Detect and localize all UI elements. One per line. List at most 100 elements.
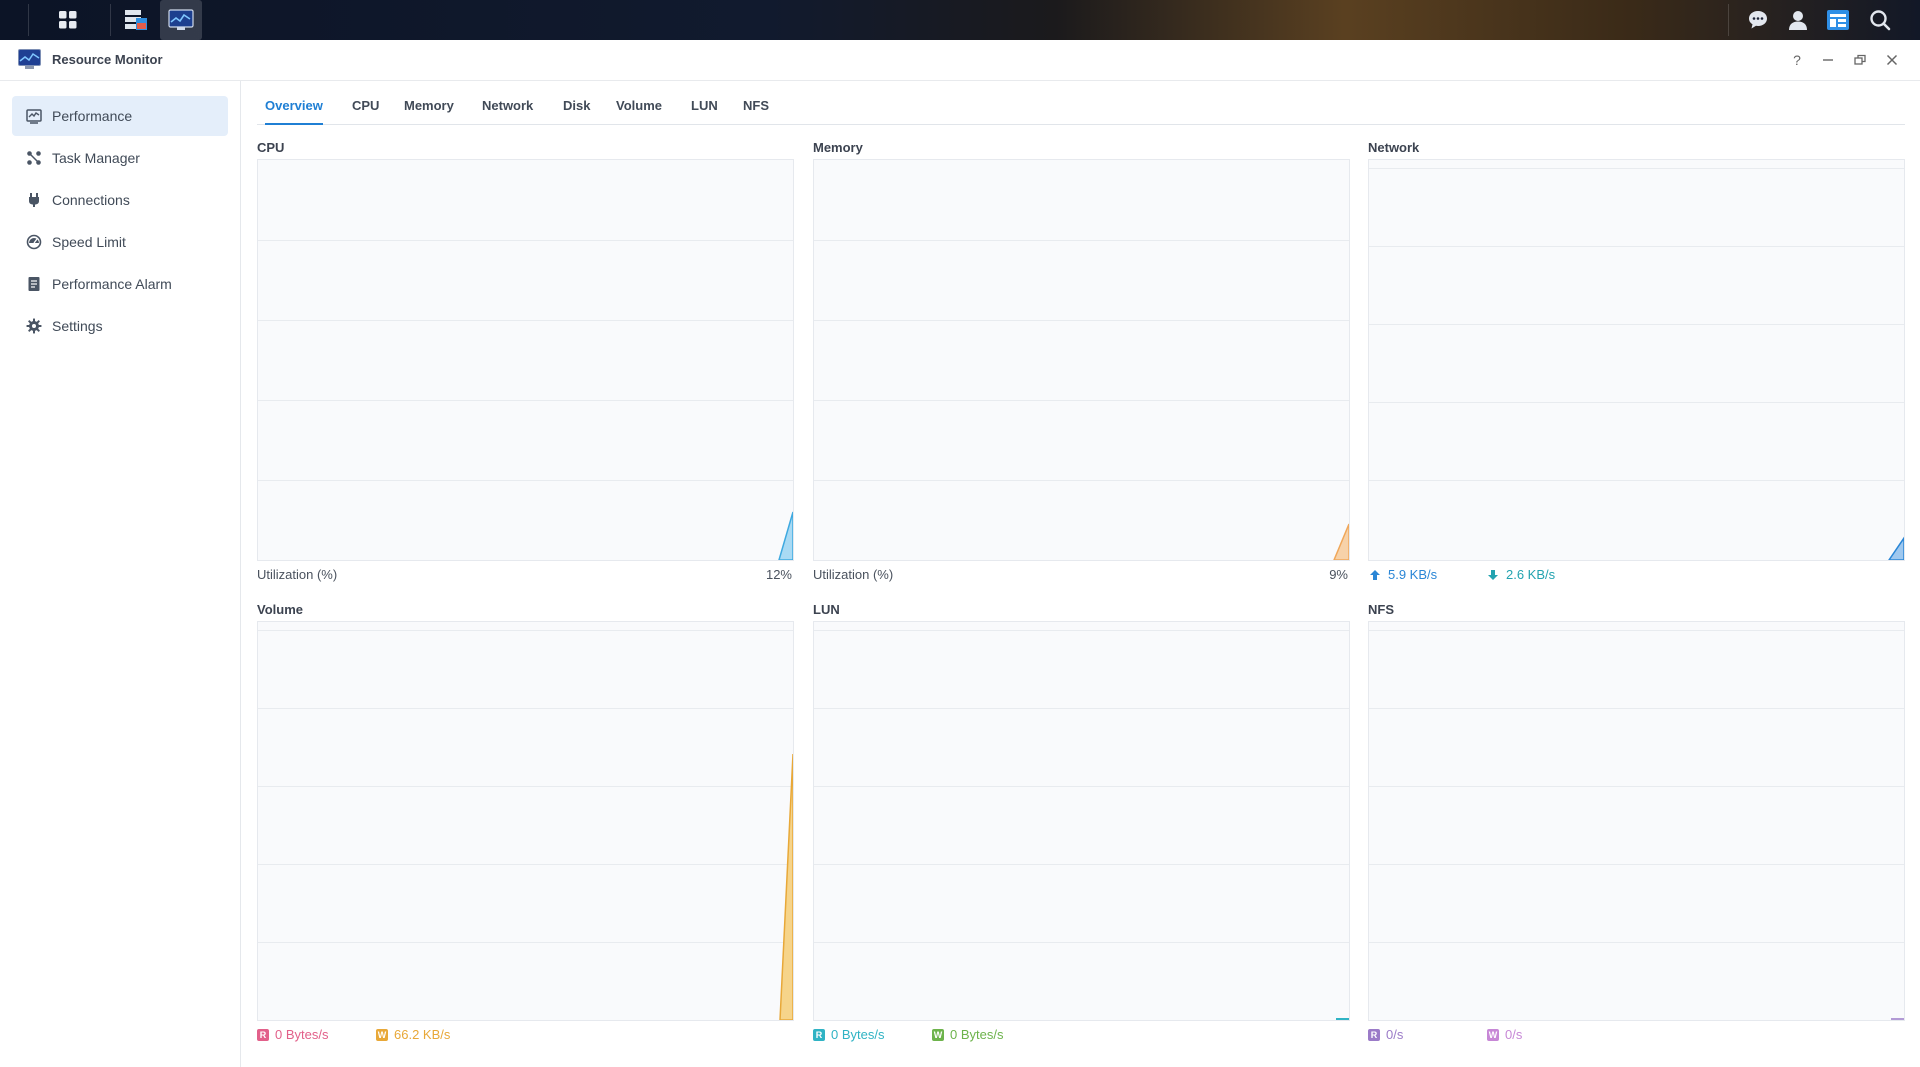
chat-button[interactable] [1738,0,1778,40]
restore-icon [1854,54,1866,65]
tab-overview[interactable]: Overview [265,98,323,125]
network-area [1888,536,1904,560]
nfs-chart [1891,1018,1904,1020]
sidebar-item-label: Settings [52,318,103,334]
tab-network[interactable]: Network [482,98,533,113]
tab-nfs[interactable]: NFS [743,98,769,113]
tab-volume[interactable]: Volume [616,98,662,113]
close-button[interactable] [1882,50,1902,70]
sidebar: Performance Task Manager Connections Spe… [0,81,241,1067]
user-icon [1789,11,1807,30]
restore-button[interactable] [1850,50,1870,70]
minimize-icon [1823,59,1833,61]
cpu-panel: CPU Utilization (%) 12% [257,140,794,590]
taskbar [0,0,1920,40]
memory-value: 9% [1329,567,1348,582]
chat-icon [1749,11,1767,29]
sidebar-item-label: Speed Limit [52,234,126,250]
alarm-icon [28,277,40,291]
nfs-graph [1368,621,1905,1021]
lun-read-value: 0 Bytes/s [831,1027,885,1042]
resource-monitor-icon [168,9,194,30]
minimize-button[interactable] [1818,50,1838,70]
panel-title: Network [1368,140,1420,155]
nfs-panel: NFS R 0/s W 0/s [1368,602,1905,1062]
plug-icon [29,193,39,207]
widgets-button[interactable] [1818,0,1858,40]
tab-cpu[interactable]: CPU [352,98,379,113]
network-chart [1888,536,1904,560]
lun-write-value: 0 Bytes/s [950,1027,1004,1042]
network-graph [1368,159,1905,561]
help-button[interactable]: ? [1787,50,1807,70]
user-button[interactable] [1778,0,1818,40]
panel-title: NFS [1368,602,1394,617]
cpu-area [778,511,793,560]
tab-disk[interactable]: Disk [563,98,590,113]
window-title: Resource Monitor [52,52,163,67]
nfs-read: R 0/s [1368,1027,1403,1042]
volume-panel: Volume R 0 Bytes/s W 66.2 KB/s [257,602,794,1062]
sidebar-item-label: Connections [52,192,130,208]
tab-bar: Overview CPU Memory Network Disk Volume … [257,81,1905,125]
close-icon [1886,54,1898,66]
panel-title: Volume [257,602,303,617]
taskbar-separator [1728,4,1729,36]
memory-panel: Memory Utilization (%) 9% [813,140,1350,590]
sidebar-item-speed-limit[interactable]: Speed Limit [12,222,228,262]
storage-manager-icon [125,10,147,30]
lun-panel: LUN R 0 Bytes/s W 0 Bytes/s [813,602,1350,1062]
main-menu-button[interactable] [46,0,90,40]
lun-chart [1336,1018,1349,1020]
sidebar-item-performance-alarm[interactable]: Performance Alarm [12,264,228,304]
memory-graph [813,159,1350,561]
taskbar-separator [110,4,111,36]
cpu-graph [257,159,794,561]
read-badge-icon: R [257,1028,269,1041]
network-upload-value: 5.9 KB/s [1388,567,1438,582]
panel-title: LUN [813,602,840,617]
network-upload: 5.9 KB/s [1370,567,1437,582]
sidebar-item-performance[interactable]: Performance [12,96,228,136]
tab-memory[interactable]: Memory [404,98,454,113]
download-arrow-icon [1488,569,1498,580]
storage-manager-taskbar-button[interactable] [116,0,156,40]
tab-lun[interactable]: LUN [691,98,718,113]
read-badge-icon: R [1368,1028,1380,1041]
lun-read: R 0 Bytes/s [813,1027,884,1042]
taskbar-separator [28,4,29,36]
sidebar-item-connections[interactable]: Connections [12,180,228,220]
volume-graph [257,621,794,1021]
resource-monitor-taskbar-button[interactable] [160,0,202,40]
cpu-value: 12% [765,567,792,582]
gear-icon [26,318,42,334]
read-badge-icon: R [813,1028,825,1041]
memory-area [1333,523,1349,560]
nfs-write: W 0/s [1487,1027,1522,1042]
volume-read-value: 0 Bytes/s [275,1027,329,1042]
write-badge-icon: W [1487,1028,1499,1041]
widgets-icon [1827,10,1849,30]
upload-arrow-icon [1370,569,1380,580]
search-button[interactable] [1858,0,1902,40]
volume-write-value: 66.2 KB/s [394,1027,451,1042]
resource-monitor-window: Resource Monitor ? Performance Task Mana… [0,40,1920,1067]
write-badge-icon: W [376,1028,388,1041]
sidebar-item-task-manager[interactable]: Task Manager [12,138,228,178]
volume-chart [779,753,793,1020]
resource-monitor-app-icon [18,49,41,69]
cpu-legend: Utilization (%) [257,567,338,582]
volume-write-area [779,753,793,1020]
window-titlebar[interactable]: Resource Monitor ? [0,40,1920,81]
lun-write: W 0 Bytes/s [932,1027,1003,1042]
search-icon [1870,10,1891,31]
volume-write: W 66.2 KB/s [376,1027,450,1042]
sidebar-item-settings[interactable]: Settings [12,306,228,346]
sidebar-item-label: Performance [52,108,133,124]
sidebar-item-label: Performance Alarm [52,276,172,292]
sidebar-item-label: Task Manager [52,150,140,166]
panel-title: Memory [813,140,863,155]
help-icon: ? [1793,52,1801,68]
volume-read: R 0 Bytes/s [257,1027,328,1042]
network-panel: Network 5.9 KB/s 2.6 KB/s [1368,140,1905,590]
